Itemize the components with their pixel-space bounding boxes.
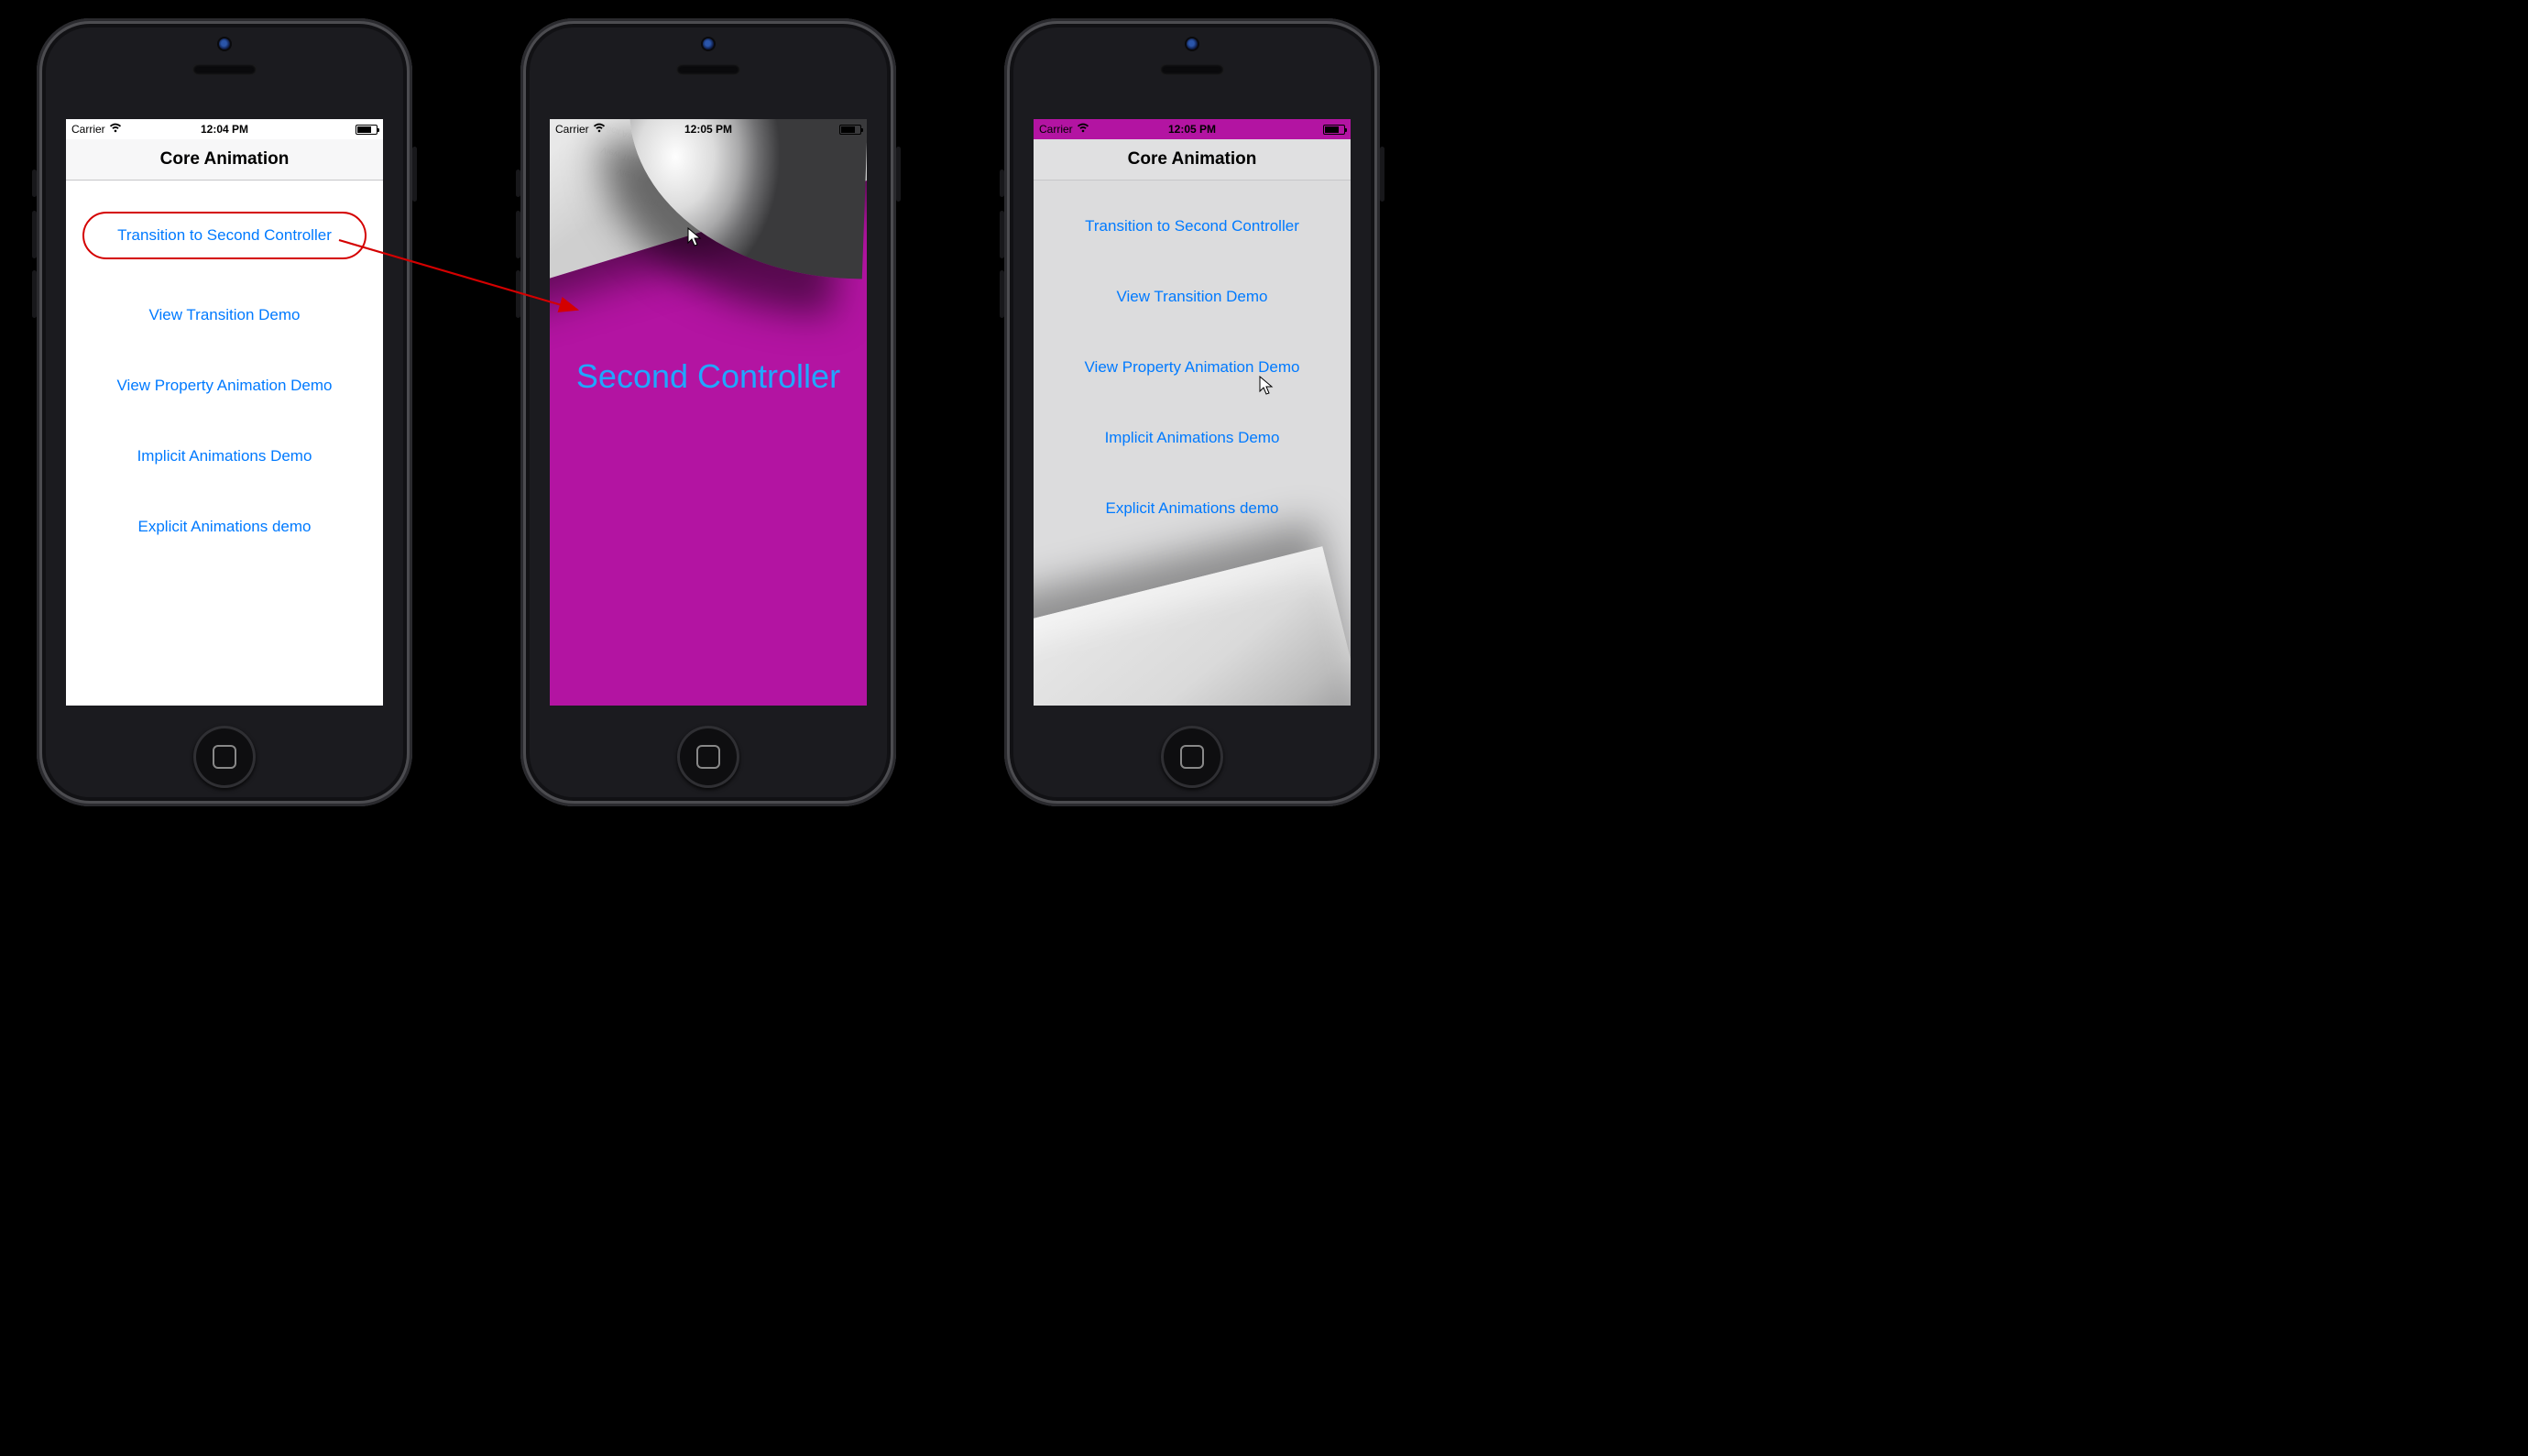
volume-up xyxy=(32,211,37,258)
screenshot-stage: Carrier 12:04 PM Core Animation Transiti… xyxy=(0,0,2528,1456)
main-content: Transition to Second Controller View Tra… xyxy=(66,180,383,706)
carrier-label: Carrier xyxy=(1039,123,1073,136)
wifi-icon xyxy=(1077,123,1089,136)
battery-icon xyxy=(1323,125,1345,135)
earpiece-icon xyxy=(676,64,740,75)
page-curl-transition: Implicit Animations Demo View Property A… xyxy=(550,119,867,706)
page-back-curl xyxy=(624,119,867,279)
volume-up xyxy=(1000,211,1004,258)
wifi-icon xyxy=(593,123,606,136)
second-controller-label: Second Controller xyxy=(550,357,867,396)
front-camera-icon xyxy=(1187,38,1198,49)
page-front xyxy=(550,119,867,325)
screen-3: Carrier 12:05 PM Core Animation Transiti… xyxy=(1034,119,1351,706)
home-button[interactable] xyxy=(1161,726,1223,788)
view-transition-button[interactable]: View Transition Demo xyxy=(1105,282,1278,312)
implicit-animations-button[interactable]: Implicit Animations Demo xyxy=(1094,423,1291,453)
wifi-icon xyxy=(109,123,122,136)
phone-2: Second Controller Implicit Animations De… xyxy=(520,18,896,806)
ghost-text: Implicit Animations Demo xyxy=(642,194,763,245)
carrier-label: Carrier xyxy=(555,123,589,136)
highlight-ring: Transition to Second Controller xyxy=(82,212,367,259)
mute-switch xyxy=(32,170,37,197)
explicit-animations-button[interactable]: Explicit Animations demo xyxy=(1095,494,1290,523)
screen-2: Second Controller Implicit Animations De… xyxy=(550,119,867,706)
nav-bar: Core Animation xyxy=(66,139,383,181)
front-camera-icon xyxy=(219,38,230,49)
volume-down xyxy=(516,270,520,318)
phone-3: Carrier 12:05 PM Core Animation Transiti… xyxy=(1004,18,1380,806)
power-button xyxy=(1380,147,1384,202)
implicit-animations-button[interactable]: Implicit Animations Demo xyxy=(126,442,323,471)
ghost-text: View Property Animation Demo xyxy=(616,166,739,214)
nav-title: Core Animation xyxy=(1128,149,1257,170)
nav-title: Core Animation xyxy=(160,149,290,170)
volume-down xyxy=(32,270,37,318)
volume-down xyxy=(1000,270,1004,318)
home-button[interactable] xyxy=(677,726,739,788)
mute-switch xyxy=(1000,170,1004,197)
ghost-text: View Transition Demo xyxy=(600,144,688,181)
earpiece-icon xyxy=(192,64,257,75)
carrier-label: Carrier xyxy=(71,123,105,136)
mute-switch xyxy=(516,170,520,197)
volume-up xyxy=(516,211,520,258)
main-content: Transition to Second Controller View Tra… xyxy=(1034,180,1351,706)
transition-button[interactable]: Transition to Second Controller xyxy=(106,221,343,250)
power-button xyxy=(412,147,417,202)
status-bar: Carrier 12:05 PM xyxy=(550,119,867,139)
battery-icon xyxy=(356,125,378,135)
status-bar: Carrier 12:05 PM xyxy=(1034,119,1351,139)
view-property-button[interactable]: View Property Animation Demo xyxy=(1074,353,1311,382)
front-camera-icon xyxy=(703,38,714,49)
status-bar: Carrier 12:04 PM xyxy=(66,119,383,139)
screen-1: Carrier 12:04 PM Core Animation Transiti… xyxy=(66,119,383,706)
transition-button[interactable]: Transition to Second Controller xyxy=(1074,212,1310,241)
cursor-icon xyxy=(687,227,702,247)
battery-icon xyxy=(839,125,861,135)
power-button xyxy=(896,147,901,202)
home-button[interactable] xyxy=(193,726,256,788)
explicit-animations-button[interactable]: Explicit Animations demo xyxy=(127,512,323,542)
earpiece-icon xyxy=(1160,64,1224,75)
view-transition-button[interactable]: View Transition Demo xyxy=(137,301,311,330)
phone-1: Carrier 12:04 PM Core Animation Transiti… xyxy=(37,18,412,806)
nav-bar: Core Animation xyxy=(1034,139,1351,181)
view-property-button[interactable]: View Property Animation Demo xyxy=(106,371,344,400)
